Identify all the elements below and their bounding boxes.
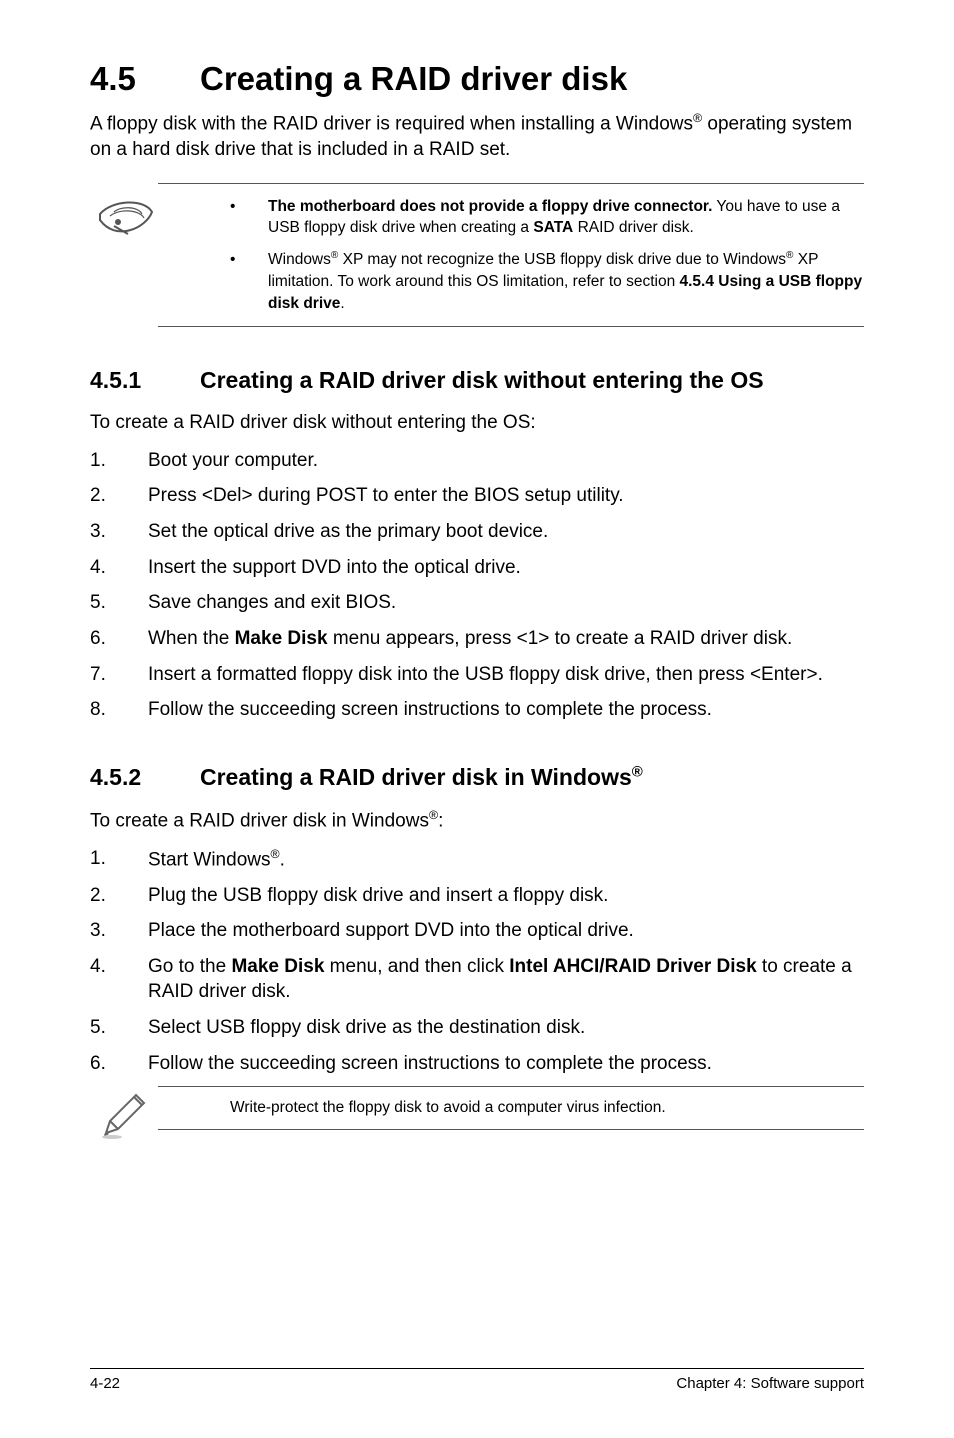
step-number: 5.	[90, 590, 148, 616]
step-text: Boot your computer.	[148, 448, 864, 474]
step-number: 3.	[90, 519, 148, 545]
step-number: 6.	[90, 1051, 148, 1077]
step-number: 1.	[90, 846, 148, 873]
heading-4-5: 4.5Creating a RAID driver disk	[90, 60, 864, 98]
note2-text2: XP may not recognize the USB floppy disk…	[338, 251, 786, 268]
note2-text4: .	[340, 295, 344, 312]
list-item: 2.Press <Del> during POST to enter the B…	[90, 483, 864, 509]
step-number: 2.	[90, 483, 148, 509]
registered-mark: ®	[429, 808, 438, 822]
step-text: Place the motherboard support DVD into t…	[148, 918, 864, 944]
heading-title: Creating a RAID driver disk in Windows®	[200, 764, 643, 790]
note-icon	[98, 198, 154, 238]
section2-steps: 1.Start Windows®. 2.Plug the USB floppy …	[90, 846, 864, 1077]
registered-mark: ®	[632, 763, 643, 780]
list-item: 2.Plug the USB floppy disk drive and ins…	[90, 883, 864, 909]
section2-lead: To create a RAID driver disk in Windows®…	[90, 807, 864, 834]
list-item: 4.Insert the support DVD into the optica…	[90, 555, 864, 581]
note-item-1-text: The motherboard does not provide a flopp…	[268, 196, 864, 239]
tip-text: Write-protect the floppy disk to avoid a…	[230, 1099, 666, 1116]
tip-block: Write-protect the floppy disk to avoid a…	[158, 1086, 864, 1130]
bullet-marker: •	[230, 249, 268, 314]
step-text: Insert a formatted floppy disk into the …	[148, 662, 864, 688]
s1s6-pre: When the	[148, 628, 235, 649]
page: 4.5Creating a RAID driver disk A floppy …	[0, 0, 954, 1438]
section1-lead: To create a RAID driver disk without ent…	[90, 410, 864, 436]
heading-4-5-2: 4.5.2Creating a RAID driver disk in Wind…	[90, 763, 864, 791]
s1s6-post: menu appears, press <1> to create a RAID…	[328, 628, 793, 649]
step-number: 1.	[90, 448, 148, 474]
s2s4-t1: Go to the	[148, 956, 231, 977]
list-item: 3.Set the optical drive as the primary b…	[90, 519, 864, 545]
note-block: • The motherboard does not provide a flo…	[158, 183, 864, 328]
s2s4-b2: Intel AHCI/RAID Driver Disk	[509, 956, 756, 977]
list-item: 7.Insert a formatted floppy disk into th…	[90, 662, 864, 688]
s1s6-bold: Make Disk	[235, 628, 328, 649]
footer-chapter: Chapter 4: Software support	[676, 1375, 864, 1392]
intro-paragraph: A floppy disk with the RAID driver is re…	[90, 110, 864, 163]
list-item: 8.Follow the succeeding screen instructi…	[90, 697, 864, 723]
step-number: 4.	[90, 555, 148, 581]
step-number: 7.	[90, 662, 148, 688]
footer-page-number: 4-22	[90, 1375, 120, 1392]
registered-mark: ®	[270, 847, 279, 861]
heading-title: Creating a RAID driver disk	[200, 60, 627, 97]
step-text: Insert the support DVD into the optical …	[148, 555, 864, 581]
bullet-marker: •	[230, 196, 268, 239]
step-text: Save changes and exit BIOS.	[148, 590, 864, 616]
note1-bold1: The motherboard does not provide a flopp…	[268, 198, 712, 215]
step-number: 2.	[90, 883, 148, 909]
heading-title: Creating a RAID driver disk without ente…	[200, 367, 764, 393]
step-number: 3.	[90, 918, 148, 944]
step-number: 8.	[90, 697, 148, 723]
section1-steps: 1.Boot your computer. 2.Press <Del> duri…	[90, 448, 864, 723]
s2s4-t2: menu, and then click	[324, 956, 509, 977]
list-item: 6.Follow the succeeding screen instructi…	[90, 1051, 864, 1077]
step-number: 6.	[90, 626, 148, 652]
s2s1-post: .	[280, 849, 285, 870]
step-text: Select USB floppy disk drive as the dest…	[148, 1015, 864, 1041]
pencil-icon	[98, 1089, 150, 1148]
page-footer: 4-22 Chapter 4: Software support	[90, 1368, 864, 1392]
step-text: Follow the succeeding screen instruction…	[148, 697, 864, 723]
heading-number: 4.5.1	[90, 367, 200, 394]
step-text: Plug the USB floppy disk drive and inser…	[148, 883, 864, 909]
step-text: When the Make Disk menu appears, press <…	[148, 626, 864, 652]
list-item: 4.Go to the Make Disk menu, and then cli…	[90, 954, 864, 1005]
s2-lead-post: :	[438, 810, 443, 831]
step-text: Set the optical drive as the primary boo…	[148, 519, 864, 545]
list-item: 5.Save changes and exit BIOS.	[90, 590, 864, 616]
note2-text1: Windows	[268, 251, 331, 268]
step-number: 4.	[90, 954, 148, 1005]
step-text: Start Windows®.	[148, 846, 864, 873]
registered-mark: ®	[693, 111, 702, 125]
s2-title-pre: Creating a RAID driver disk in Windows	[200, 764, 632, 790]
note-item-1: • The motherboard does not provide a flo…	[230, 196, 864, 239]
heading-number: 4.5	[90, 60, 200, 98]
heading-number: 4.5.2	[90, 764, 200, 791]
step-text: Press <Del> during POST to enter the BIO…	[148, 483, 864, 509]
step-number: 5.	[90, 1015, 148, 1041]
list-item: 5.Select USB floppy disk drive as the de…	[90, 1015, 864, 1041]
s2s4-b1: Make Disk	[231, 956, 324, 977]
note1-bold2: SATA	[533, 219, 573, 236]
step-text: Follow the succeeding screen instruction…	[148, 1051, 864, 1077]
s2s1-pre: Start Windows	[148, 849, 270, 870]
heading-4-5-1: 4.5.1Creating a RAID driver disk without…	[90, 367, 864, 394]
step-text: Go to the Make Disk menu, and then click…	[148, 954, 864, 1005]
s2-lead-pre: To create a RAID driver disk in Windows	[90, 810, 429, 831]
note1-text2: RAID driver disk.	[573, 219, 694, 236]
list-item: 3.Place the motherboard support DVD into…	[90, 918, 864, 944]
list-item: 1.Start Windows®.	[90, 846, 864, 873]
list-item: 1.Boot your computer.	[90, 448, 864, 474]
list-item: 6.When the Make Disk menu appears, press…	[90, 626, 864, 652]
intro-part1: A floppy disk with the RAID driver is re…	[90, 113, 693, 134]
note-item-2: • Windows® XP may not recognize the USB …	[230, 249, 864, 314]
note-item-2-text: Windows® XP may not recognize the USB fl…	[268, 249, 864, 314]
